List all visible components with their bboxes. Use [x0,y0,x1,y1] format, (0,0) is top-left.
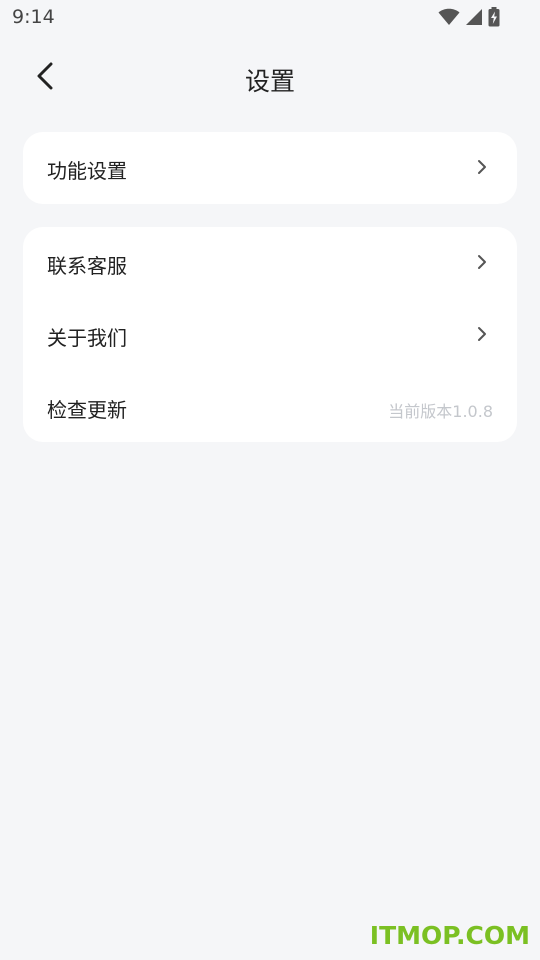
function-settings-label: 功能设置 [47,159,127,183]
signal-icon [465,8,483,26]
battery-charging-icon [488,7,500,27]
watermark: ITMOP.COM [369,921,530,950]
contact-support-label: 联系客服 [47,254,127,278]
chevron-right-icon [477,326,487,342]
about-us-label: 关于我们 [47,326,127,350]
current-version-text: 当前版本1.0.8 [388,402,493,421]
page-title: 设置 [244,67,295,96]
check-update-item[interactable]: 检查更新 当前版本1.0.8 [23,371,517,443]
header: 设置 [0,50,540,106]
status-icons [438,7,500,27]
about-us-item[interactable]: 关于我们 [23,299,517,371]
wifi-icon [438,8,460,26]
check-update-label: 检查更新 [47,398,127,422]
settings-group-function: 功能设置 [23,132,517,204]
chevron-right-icon [477,254,487,270]
contact-support-item[interactable]: 联系客服 [23,227,517,299]
status-bar: 9:14 [0,0,540,36]
chevron-right-icon [477,159,487,175]
status-time: 9:14 [12,6,55,28]
function-settings-item[interactable]: 功能设置 [23,132,517,204]
settings-group-support: 联系客服 关于我们 检查更新 当前版本1.0.8 [23,227,517,442]
